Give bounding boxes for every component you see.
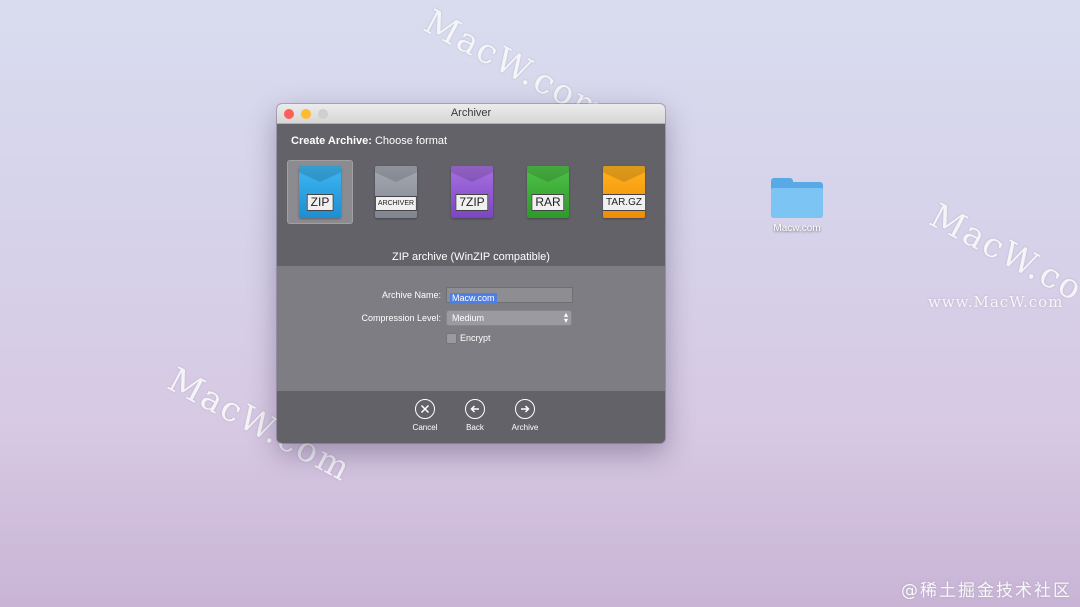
compression-level-value: Medium	[452, 313, 485, 323]
options-panel: Archive Name: Macw.com Compression Level…	[277, 266, 665, 391]
archive-name-input[interactable]: Macw.com	[446, 287, 573, 304]
rar-archive-icon: RAR	[527, 166, 569, 218]
compression-level-select[interactable]: Medium ▴ ▾	[446, 310, 572, 326]
encrypt-checkbox[interactable]	[446, 333, 457, 344]
page-title: Create Archive: Choose format	[291, 135, 448, 147]
window-title: Archiver	[450, 107, 492, 119]
watermark-text: @稀土掘金技术社区	[901, 581, 1072, 601]
targz-archive-icon: TAR.GZ	[603, 166, 645, 218]
close-icon	[415, 399, 435, 419]
archive-name-label: Archive Name:	[381, 290, 441, 300]
back-button[interactable]: Back	[459, 399, 491, 432]
compression-level-label: Compression Level:	[361, 313, 441, 323]
minimize-window-button[interactable]	[301, 109, 311, 119]
arrow-right-icon	[515, 399, 535, 419]
desktop-folder-label: Macw.com	[773, 223, 821, 234]
format-option-archiver[interactable]: ARCHIVER	[363, 160, 429, 224]
zoom-window-button[interactable]	[318, 109, 328, 119]
desktop-folder[interactable]: Macw.com	[766, 178, 828, 234]
watermark-text: www.MacW.com	[928, 293, 1064, 311]
title-bar[interactable]: Archiver	[277, 104, 665, 124]
archive-name-value: Macw.com	[450, 293, 497, 304]
folder-icon	[771, 178, 823, 218]
format-option-zip[interactable]: ZIP	[287, 160, 353, 224]
arrow-left-icon	[465, 399, 485, 419]
encrypt-label[interactable]: Encrypt	[460, 333, 491, 343]
zip-archive-icon: ZIP	[299, 166, 341, 218]
format-description: ZIP archive (WinZIP compatible)	[392, 251, 550, 263]
action-bar: Cancel Back Archive	[277, 391, 665, 443]
chevron-updown-icon: ▴ ▾	[563, 310, 568, 325]
archiver-archive-icon: ARCHIVER	[375, 166, 417, 218]
format-panel: Create Archive: Choose format ZIP ARCHIV…	[277, 124, 665, 277]
format-option-targz[interactable]: TAR.GZ	[591, 160, 657, 224]
archiver-window: Archiver Create Archive: Choose format Z…	[277, 104, 665, 443]
format-option-rar[interactable]: RAR	[515, 160, 581, 224]
archive-button[interactable]: Archive	[509, 399, 541, 432]
close-window-button[interactable]	[284, 109, 294, 119]
cancel-button[interactable]: Cancel	[409, 399, 441, 432]
format-option-7zip[interactable]: 7ZIP	[439, 160, 505, 224]
7zip-archive-icon: 7ZIP	[451, 166, 493, 218]
format-list: ZIP ARCHIVER 7ZIP RAR TAR.GZ	[287, 160, 657, 224]
